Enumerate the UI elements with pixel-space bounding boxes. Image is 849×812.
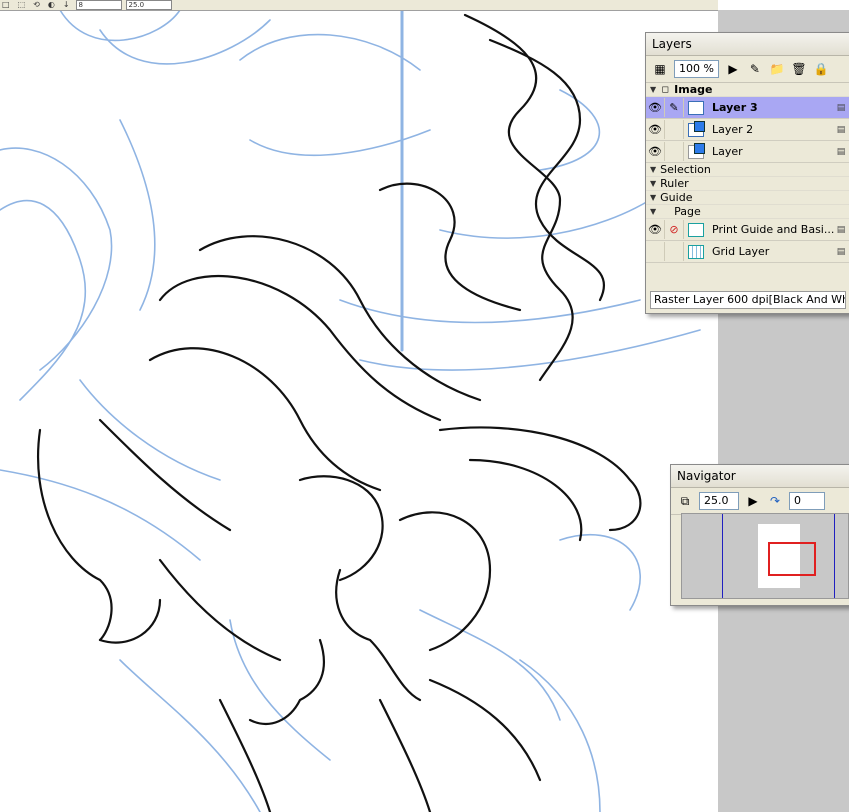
new-layer-icon[interactable]: ✎ <box>747 61 763 77</box>
collapse-triangle-icon[interactable]: ▼ <box>650 205 656 218</box>
play-arrow-icon[interactable]: ▶ <box>745 493 761 509</box>
collapse-triangle-icon[interactable]: ▼ <box>650 191 656 204</box>
pen-icon[interactable]: ✎ <box>665 98 684 117</box>
layer-name: Print Guide and Basi... <box>712 223 834 236</box>
navigator-view-rectangle[interactable] <box>768 542 816 576</box>
layer-status-bar: Raster Layer 600 dpi[Black And White ... <box>650 291 846 309</box>
layer-options-icon[interactable]: ▤ <box>834 144 848 159</box>
layers-panel-title: Layers <box>646 33 849 56</box>
toolbar-icon[interactable]: ◐ <box>46 0 57 10</box>
layer-row[interactable]: 👁 ✎ Layer 3 ▤ <box>646 97 849 119</box>
toolbar-icon[interactable]: ↓ <box>61 0 72 10</box>
navigator-guide-line <box>722 514 723 598</box>
layer-color-icon[interactable]: ▦ <box>652 61 668 77</box>
collapse-triangle-icon[interactable]: ▼ <box>650 83 656 96</box>
page-group-header[interactable]: ▼ Page <box>646 205 849 219</box>
layer-name: Layer 3 <box>712 101 758 114</box>
navigator-zoom-field[interactable]: 25.0 <box>699 492 739 510</box>
toolbar-icon[interactable]: ⟲ <box>31 0 42 10</box>
top-toolbar: □ ⬚ ⟲ ◐ ↓ 8 25.0 <box>0 0 718 11</box>
layers-toolbar: ▦ 100 % ▶ ✎ 📁 🗑 🔒 <box>646 56 849 83</box>
image-group-icon: ◻ <box>661 84 669 95</box>
layer-row[interactable]: 👁 Layer ▤ <box>646 141 849 163</box>
lock-icon[interactable]: 🔒 <box>813 61 829 77</box>
layer-name: Grid Layer <box>712 245 770 258</box>
layer-options-icon[interactable]: ▤ <box>834 244 848 259</box>
selection-group-header[interactable]: ▼ Selection <box>646 163 849 177</box>
eye-icon[interactable]: 👁 <box>646 220 665 239</box>
layer-name: Layer 2 <box>712 123 754 136</box>
toolbar-icon[interactable]: ⬚ <box>16 0 28 10</box>
image-group-header[interactable]: ▼ ◻ Image <box>646 83 849 97</box>
empty-cell[interactable] <box>665 242 684 261</box>
line-art <box>0 8 701 812</box>
page-group-label: Page <box>674 205 701 218</box>
navigator-guide-line <box>834 514 835 598</box>
layer-options-icon[interactable]: ▤ <box>834 122 848 137</box>
layer-name: Layer <box>712 145 743 158</box>
toolbar-icon[interactable]: □ <box>0 0 12 10</box>
empty-cell[interactable] <box>646 242 665 261</box>
navigator-toolbar: ⧉ 25.0 ▶ ↷ 0 <box>671 488 849 515</box>
eye-icon[interactable]: 👁 <box>646 142 665 161</box>
layer-row[interactable]: 👁 Layer 2 ▤ <box>646 119 849 141</box>
layer-row[interactable]: 👁 ⊘ Print Guide and Basi... ▤ <box>646 219 849 241</box>
layer-thumbnail <box>688 222 704 237</box>
toolbar-zoom-field[interactable]: 25.0 <box>125 0 172 10</box>
rotate-icon[interactable]: ↷ <box>767 493 783 509</box>
ruler-group-label: Ruler <box>660 177 689 190</box>
trash-icon[interactable]: 🗑 <box>791 61 807 77</box>
layer-options-icon[interactable]: ▤ <box>834 222 848 237</box>
empty-cell[interactable] <box>665 120 684 139</box>
eye-icon[interactable]: 👁 <box>646 98 665 117</box>
navigator-rotation-field[interactable]: 0 <box>789 492 825 510</box>
layer-thumbnail <box>688 142 705 159</box>
brush-size-field[interactable]: 8 <box>75 0 122 10</box>
layers-panel: Layers ▦ 100 % ▶ ✎ 📁 🗑 🔒 ▼ ◻ Image 👁 ✎ L… <box>645 32 849 314</box>
guide-group-label: Guide <box>660 191 693 204</box>
selection-group-label: Selection <box>660 163 711 176</box>
folder-icon[interactable]: 📁 <box>769 61 785 77</box>
empty-cell[interactable] <box>665 142 684 161</box>
eye-icon[interactable]: 👁 <box>646 120 665 139</box>
image-group-label: Image <box>674 83 713 96</box>
layer-thumbnail <box>688 120 705 137</box>
guide-group-header[interactable]: ▼ Guide <box>646 191 849 205</box>
navigator-panel: Navigator ⧉ 25.0 ▶ ↷ 0 <box>670 464 849 606</box>
collapse-triangle-icon[interactable]: ▼ <box>650 163 656 176</box>
layer-row[interactable]: Grid Layer ▤ <box>646 241 849 263</box>
no-print-icon[interactable]: ⊘ <box>665 220 684 239</box>
navigator-preview[interactable] <box>681 513 849 599</box>
navigator-panel-title: Navigator <box>671 465 849 488</box>
ruler-group-header[interactable]: ▼ Ruler <box>646 177 849 191</box>
play-arrow-icon[interactable]: ▶ <box>725 61 741 77</box>
layer-options-icon[interactable]: ▤ <box>834 100 848 115</box>
grid-thumbnail <box>688 244 704 259</box>
layer-thumbnail <box>688 100 704 115</box>
layer-opacity-field[interactable]: 100 % <box>674 60 719 78</box>
fit-view-icon[interactable]: ⧉ <box>677 493 693 509</box>
collapse-triangle-icon[interactable]: ▼ <box>650 177 656 190</box>
